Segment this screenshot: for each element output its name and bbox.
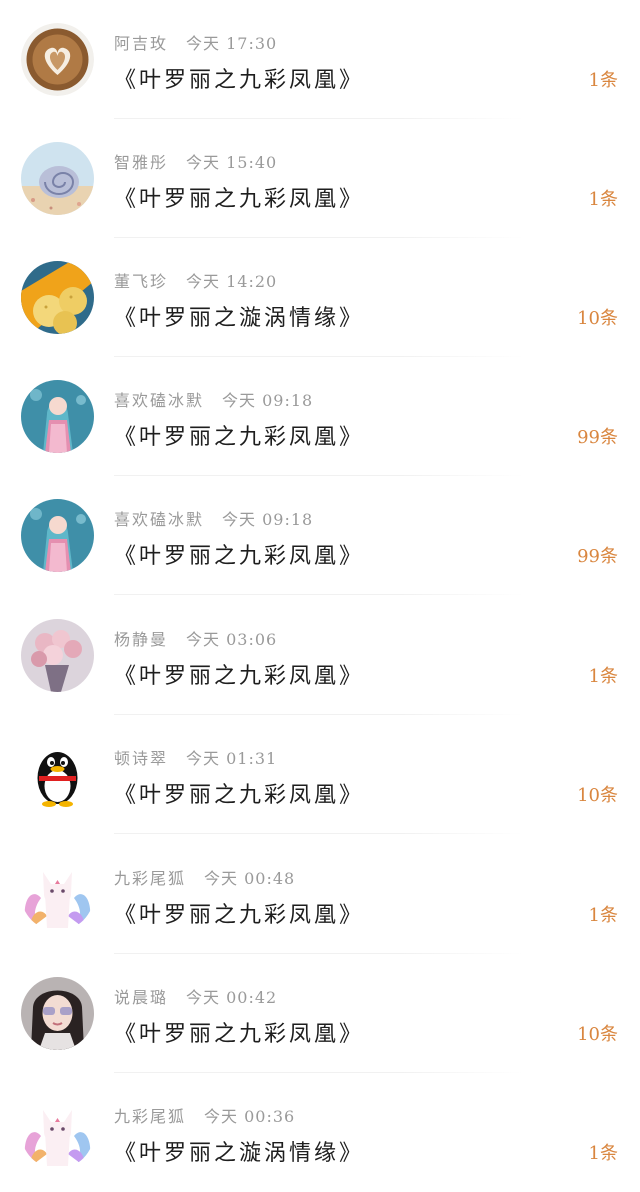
list-item[interactable]: 杨静曼 今天 03:06 《叶罗丽之九彩凤凰》 1条: [0, 596, 640, 715]
count-badge: 10条: [577, 785, 618, 806]
count-badge: 10条: [577, 1024, 618, 1045]
anime-girl-avatar[interactable]: [21, 499, 94, 572]
sender-name: 顿诗翠: [114, 749, 169, 768]
timestamp: 今天 09:18: [222, 510, 314, 529]
fox-avatar[interactable]: [21, 1096, 94, 1169]
item-meta: 阿吉玫 今天 17:30: [114, 30, 277, 54]
item-title: 《叶罗丽之九彩凤凰》: [114, 903, 365, 928]
item-meta: 说晨璐 今天 00:42: [114, 984, 277, 1008]
item-meta: 顿诗翠 今天 01:31: [114, 745, 277, 769]
item-title: 《叶罗丽之九彩凤凰》: [114, 68, 365, 93]
sender-name: 九彩尾狐: [114, 1107, 187, 1126]
fox-avatar[interactable]: [21, 858, 94, 931]
timestamp: 今天 00:42: [186, 988, 278, 1007]
count-badge: 1条: [588, 666, 618, 687]
count-badge: 1条: [588, 905, 618, 926]
sender-name: 喜欢磕冰默: [114, 391, 205, 410]
timestamp: 今天 00:48: [204, 869, 296, 888]
item-title: 《叶罗丽之九彩凤凰》: [114, 1022, 365, 1047]
count-badge: 1条: [588, 70, 618, 91]
count-badge: 1条: [588, 1143, 618, 1164]
item-title: 《叶罗丽之漩涡情缘》: [114, 306, 365, 331]
count-badge: 1条: [588, 189, 618, 210]
sender-name: 阿吉玫: [114, 34, 169, 53]
list-item[interactable]: 阿吉玫 今天 17:30 《叶罗丽之九彩凤凰》 1条: [0, 0, 640, 119]
sender-name: 喜欢磕冰默: [114, 510, 205, 529]
sender-name: 董飞珍: [114, 272, 169, 291]
item-meta: 喜欢磕冰默 今天 09:18: [114, 506, 313, 530]
item-title: 《叶罗丽之九彩凤凰》: [114, 544, 365, 569]
item-meta: 九彩尾狐 今天 00:48: [114, 865, 295, 889]
count-badge: 99条: [577, 546, 618, 567]
list-item[interactable]: 九彩尾狐 今天 00:36 《叶罗丽之漩涡情缘》 1条: [0, 1073, 640, 1192]
list-item[interactable]: 九彩尾狐 今天 00:48 《叶罗丽之九彩凤凰》 1条: [0, 835, 640, 954]
girl-sunglasses-avatar[interactable]: [21, 977, 94, 1050]
item-meta: 喜欢磕冰默 今天 09:18: [114, 387, 313, 411]
timestamp: 今天 03:06: [186, 630, 278, 649]
list-item[interactable]: 顿诗翠 今天 01:31 《叶罗丽之九彩凤凰》 10条: [0, 715, 640, 834]
timestamp: 今天 01:31: [186, 749, 278, 768]
divider: [114, 594, 524, 595]
message-list: 阿吉玫 今天 17:30 《叶罗丽之九彩凤凰》 1条 智雅彤 今天 15:40 《叶…: [0, 0, 640, 1192]
sender-name: 智雅彤: [114, 153, 169, 172]
timestamp: 今天 17:30: [186, 34, 278, 53]
item-title: 《叶罗丽之九彩凤凰》: [114, 664, 365, 689]
list-item[interactable]: 喜欢磕冰默 今天 09:18 《叶罗丽之九彩凤凰》 99条: [0, 357, 640, 476]
item-meta: 杨静曼 今天 03:06: [114, 626, 277, 650]
list-item[interactable]: 喜欢磕冰默 今天 09:18 《叶罗丽之九彩凤凰》 99条: [0, 476, 640, 595]
fruit-avatar[interactable]: [21, 261, 94, 334]
count-badge: 99条: [577, 427, 618, 448]
count-badge: 10条: [577, 308, 618, 329]
seashell-avatar[interactable]: [21, 142, 94, 215]
timestamp: 今天 14:20: [186, 272, 278, 291]
list-item[interactable]: 智雅彤 今天 15:40 《叶罗丽之九彩凤凰》 1条: [0, 119, 640, 238]
item-title: 《叶罗丽之九彩凤凰》: [114, 783, 365, 808]
sender-name: 杨静曼: [114, 630, 169, 649]
list-item[interactable]: 说晨璐 今天 00:42 《叶罗丽之九彩凤凰》 10条: [0, 954, 640, 1073]
divider: [114, 833, 524, 834]
flower-bouquet-avatar[interactable]: [21, 619, 94, 692]
sender-name: 九彩尾狐: [114, 869, 187, 888]
item-title: 《叶罗丽之九彩凤凰》: [114, 425, 365, 450]
item-meta: 九彩尾狐 今天 00:36: [114, 1103, 295, 1127]
timestamp: 今天 15:40: [186, 153, 278, 172]
timestamp: 今天 09:18: [222, 391, 314, 410]
item-title: 《叶罗丽之漩涡情缘》: [114, 1141, 365, 1166]
list-item[interactable]: 董飞珍 今天 14:20 《叶罗丽之漩涡情缘》 10条: [0, 238, 640, 357]
item-meta: 董飞珍 今天 14:20: [114, 268, 277, 292]
anime-girl-avatar[interactable]: [21, 380, 94, 453]
penguin-avatar[interactable]: [21, 738, 94, 811]
item-meta: 智雅彤 今天 15:40: [114, 149, 277, 173]
item-title: 《叶罗丽之九彩凤凰》: [114, 187, 365, 212]
timestamp: 今天 00:36: [204, 1107, 296, 1126]
latte-art-avatar[interactable]: [21, 23, 94, 96]
sender-name: 说晨璐: [114, 988, 169, 1007]
